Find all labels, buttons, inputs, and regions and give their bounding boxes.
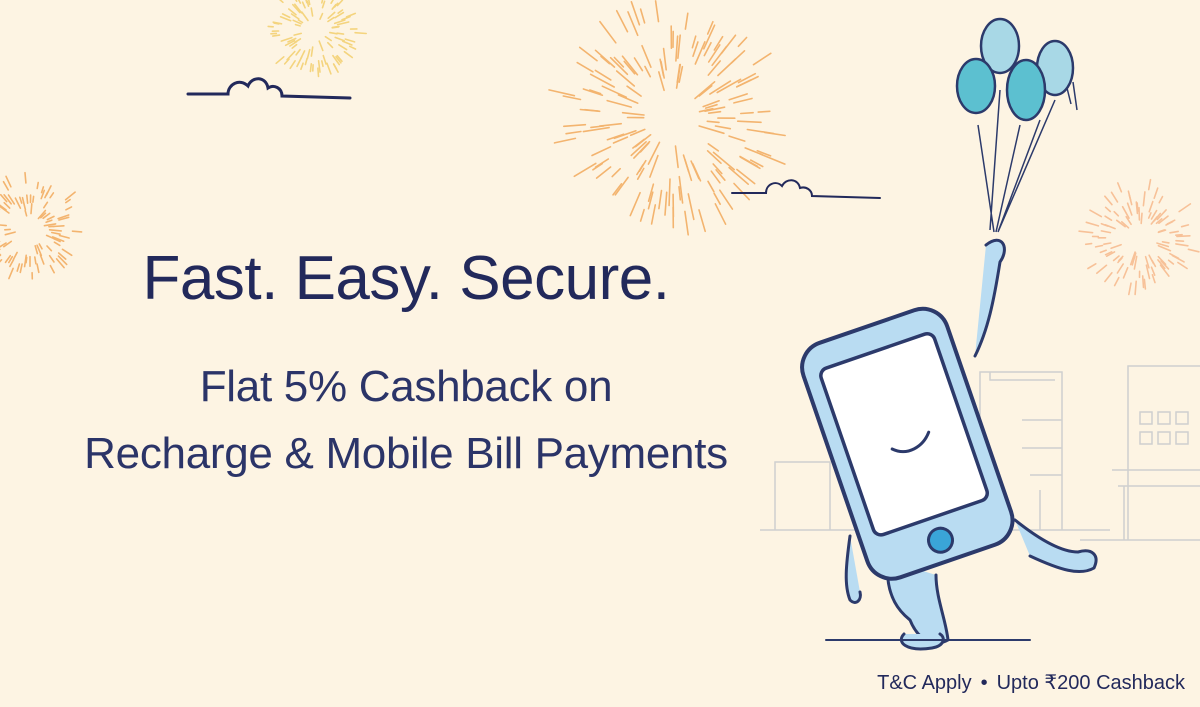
cashback-cap: Upto ₹200 Cashback: [996, 672, 1185, 694]
background-illustration: [0, 0, 1200, 651]
firework-icon: [548, 0, 786, 236]
headline: Fast. Easy. Secure.: [142, 244, 670, 313]
terms-link[interactable]: T&C Apply: [877, 672, 971, 694]
offer-line-1: Flat 5% Cashback on: [199, 362, 613, 411]
phone-mascot-icon: [800, 238, 1098, 651]
promo-banner[interactable]: Fast. Easy. Secure. Flat 5% Cashback on …: [0, 0, 1200, 707]
terms-footnote: T&C Apply • Upto ₹200 Cashback: [877, 670, 1185, 695]
cloud-icon: [186, 77, 352, 100]
separator-dot: •: [980, 672, 988, 694]
firework-icon: [267, 0, 368, 78]
offer-line-2: Recharge & Mobile Bill Payments: [84, 429, 728, 478]
balloon-icon: [955, 17, 1078, 233]
firework-icon: [1078, 178, 1200, 296]
